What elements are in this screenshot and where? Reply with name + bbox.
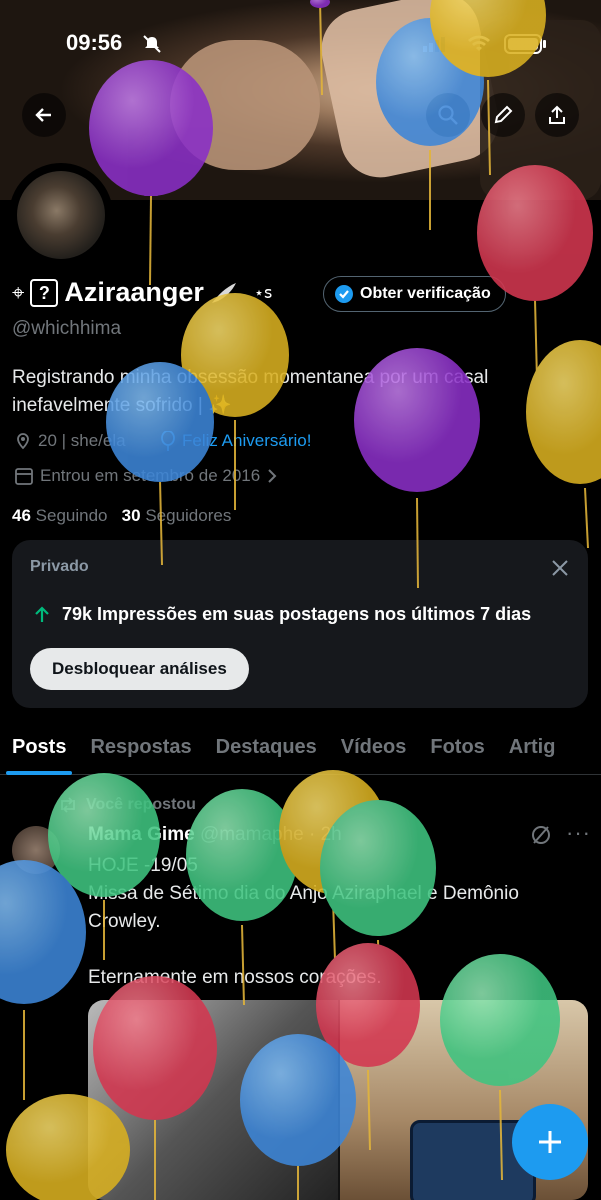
question-box-symbol: ? (30, 278, 59, 307)
card-private-label: Privado (30, 558, 89, 575)
user-handle: @whichhima (12, 318, 122, 339)
post-line-2: Missa de Sétimo dia do Anjo Aziraphael e… (88, 883, 519, 932)
tab-videos[interactable]: Vídeos (329, 722, 419, 774)
post-time: 2h (320, 824, 342, 845)
star-decoration: ⋆ꜱ (253, 284, 273, 302)
sparkle-symbol: ⌖ (12, 279, 25, 305)
arrow-up-icon (35, 605, 49, 622)
banner-figure-shape (170, 40, 320, 170)
wing-icon (211, 282, 236, 303)
get-verified-button[interactable]: Obter verificação (323, 276, 506, 312)
repost-label: Você repostou (86, 796, 196, 813)
profile-tabs: Posts Respostas Destaques Vídeos Fotos A… (0, 722, 601, 775)
more-icon[interactable]: ··· (566, 820, 591, 846)
post-body: HOJE -19/05 Missa de Sétimo dia do Anjo … (88, 852, 588, 992)
followers-link[interactable]: 30 Seguidores (122, 506, 232, 525)
post-author-name[interactable]: Mama Gime (88, 824, 195, 845)
pencil-icon (494, 105, 513, 124)
share-icon (549, 105, 565, 124)
bio-text: Registrando minha obsessão momentanea po… (12, 367, 489, 416)
location-pin-icon (17, 433, 29, 450)
post-media[interactable] (88, 1000, 588, 1200)
compose-button[interactable] (512, 1104, 588, 1180)
display-name: Aziraanger (64, 277, 204, 307)
following-count: 46 (12, 506, 31, 525)
banner-hand-shape (314, 0, 506, 185)
post-line-3: Eternamente em nossos corações. (88, 967, 382, 988)
avatar[interactable] (9, 163, 113, 267)
repost-icon (61, 797, 75, 813)
location-row: 20 | she/ela (14, 431, 126, 451)
repost-indicator: Você repostou (58, 796, 196, 814)
impressions-text: 79k Impressões em suas postagens nos últ… (62, 604, 532, 624)
tab-photos[interactable]: Fotos (418, 722, 496, 774)
display-name-row: ⌖ ? Aziraanger ⋆ꜱ (12, 277, 272, 308)
search-button[interactable] (426, 93, 470, 137)
wifi-icon (468, 35, 490, 51)
calendar-icon (15, 468, 33, 485)
birthday-row: Feliz Aniversário! (160, 431, 311, 451)
battery-icon (504, 34, 546, 54)
impressions-row: 79k Impressões em suas postagens nos últ… (32, 604, 531, 625)
follow-stats: 46 Seguindo 30 Seguidores (12, 506, 231, 526)
following-label: Seguindo (35, 506, 108, 525)
chevron-right-icon (268, 469, 277, 483)
analytics-card: Privado 79k Impressões em suas postagens… (12, 540, 588, 708)
tab-replies[interactable]: Respostas (78, 722, 203, 774)
plus-icon (539, 1131, 561, 1153)
get-verified-label: Obter verificação (360, 285, 491, 302)
verified-badge-icon (335, 285, 353, 303)
birthday-text: Feliz Aniversário! (182, 431, 312, 450)
joined-row[interactable]: Entrou em setembro de 2016 (14, 466, 278, 486)
post-photo-bw[interactable] (88, 1000, 338, 1200)
joined-text: Entrou em setembro de 2016 (40, 466, 261, 485)
followers-label: Seguidores (145, 506, 232, 525)
following-link[interactable]: 46 Seguindo (12, 506, 108, 525)
followers-count: 30 (121, 506, 141, 525)
post-author-avatar[interactable] (12, 826, 60, 874)
post-header: Mama Gime @mamaphe · 2h (88, 824, 342, 845)
share-button[interactable] (535, 93, 579, 137)
post-line-1: HOJE -19/05 (88, 855, 198, 876)
silent-bell-icon (143, 35, 161, 53)
location-text: 20 | she/ela (38, 431, 126, 450)
tab-highlights[interactable]: Destaques (204, 722, 329, 774)
grok-icon[interactable] (530, 824, 552, 846)
post-author-handle: @mamaphe (199, 824, 304, 845)
signal-icon (423, 37, 445, 52)
close-icon[interactable] (550, 558, 570, 578)
search-icon (438, 105, 458, 125)
unlock-analytics-button[interactable]: Desbloquear análises (30, 648, 249, 690)
back-button[interactable] (22, 93, 66, 137)
edit-button[interactable] (481, 93, 525, 137)
back-arrow-icon (35, 108, 51, 122)
tab-articles[interactable]: Artig (497, 722, 568, 774)
tab-posts[interactable]: Posts (0, 722, 78, 775)
balloon-icon (0, 860, 86, 1100)
status-time: 09:56 (66, 30, 123, 55)
balloon-icon (161, 431, 175, 451)
